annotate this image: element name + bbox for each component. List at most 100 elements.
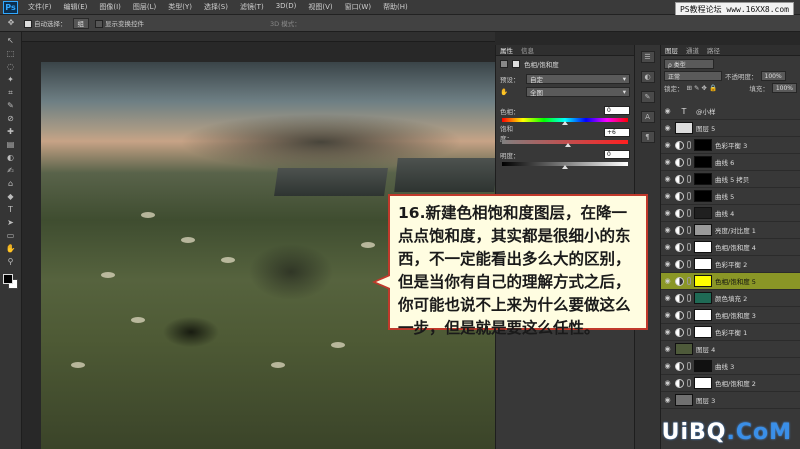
menu-item[interactable]: 文件(F) xyxy=(22,2,58,12)
fill-input[interactable]: 100% xyxy=(771,83,797,93)
layer-mask-thumbnail[interactable] xyxy=(694,139,712,151)
link-icon[interactable] xyxy=(687,158,691,166)
visibility-eye-icon[interactable]: ◉ xyxy=(663,124,672,133)
layer-mask-thumbnail[interactable] xyxy=(694,326,712,338)
menu-item[interactable]: 类型(Y) xyxy=(162,2,198,12)
auto-select-checkbox-wrap[interactable]: 自动选择： xyxy=(24,18,67,28)
layer-row[interactable]: ◉ 图层 3 xyxy=(661,392,800,409)
link-icon[interactable] xyxy=(687,175,691,183)
layer-row[interactable]: ◉ 曲线 5 xyxy=(661,188,800,205)
menu-item[interactable]: 编辑(E) xyxy=(58,2,94,12)
layer-row[interactable]: ◉ 曲线 3 xyxy=(661,358,800,375)
link-icon[interactable] xyxy=(687,141,691,149)
hand-icon[interactable]: ✋ xyxy=(500,88,522,96)
tool-icon[interactable]: ➤ xyxy=(4,218,18,228)
show-transform-checkbox[interactable] xyxy=(95,20,103,28)
link-icon[interactable] xyxy=(687,243,691,251)
link-icon[interactable] xyxy=(687,226,691,234)
visibility-eye-icon[interactable]: ◉ xyxy=(663,226,672,235)
layer-mask-thumbnail[interactable] xyxy=(694,292,712,304)
tool-icon[interactable]: ✎ xyxy=(4,101,18,111)
visibility-eye-icon[interactable]: ◉ xyxy=(663,277,672,286)
tab-info[interactable]: 信息 xyxy=(521,45,534,55)
channel-dropdown[interactable]: 全图 ▾ xyxy=(526,86,630,97)
preset-dropdown[interactable]: 自定 ▾ xyxy=(526,73,630,84)
layer-row[interactable]: ◉ 曲线 5 拷贝 xyxy=(661,171,800,188)
menu-item[interactable]: 图层(L) xyxy=(127,2,162,12)
tool-icon[interactable]: ▤ xyxy=(4,140,18,150)
link-icon[interactable] xyxy=(687,192,691,200)
visibility-eye-icon[interactable]: ◉ xyxy=(663,243,672,252)
layer-row[interactable]: ◉ 图层 4 xyxy=(661,341,800,358)
hue-input[interactable]: 0 xyxy=(604,106,630,115)
hue-slider[interactable] xyxy=(502,118,628,125)
visibility-eye-icon[interactable]: ◉ xyxy=(663,158,672,167)
saturation-input[interactable]: +6 xyxy=(604,128,630,137)
menu-item[interactable]: 帮助(H) xyxy=(377,2,414,12)
layer-row[interactable]: ◉ 色相/饱和度 5 xyxy=(661,273,800,290)
link-icon[interactable] xyxy=(687,294,691,302)
layer-mask-thumbnail[interactable] xyxy=(694,275,712,287)
lightness-slider-knob[interactable] xyxy=(562,165,568,169)
menu-item[interactable]: 选择(S) xyxy=(198,2,234,12)
tool-icon[interactable]: ✋ xyxy=(4,244,18,254)
paragraph-icon[interactable]: ¶ xyxy=(640,131,655,143)
menu-item[interactable]: 视图(V) xyxy=(302,2,338,12)
tool-icon[interactable]: ▭ xyxy=(4,231,18,241)
visibility-eye-icon[interactable]: ◉ xyxy=(663,260,672,269)
auto-select-dropdown[interactable]: 组 xyxy=(72,17,89,29)
link-icon[interactable] xyxy=(687,362,691,370)
visibility-eye-icon[interactable]: ◉ xyxy=(663,328,672,337)
tab-layers[interactable]: 图层 xyxy=(665,45,678,55)
link-icon[interactable] xyxy=(687,209,691,217)
lightness-input[interactable]: 0 xyxy=(604,150,630,159)
saturation-slider-knob[interactable] xyxy=(565,143,571,147)
visibility-eye-icon[interactable]: ◉ xyxy=(663,209,672,218)
tool-icon[interactable]: ⊘ xyxy=(4,114,18,124)
layer-row[interactable]: ◉ 色彩平衡 2 xyxy=(661,256,800,273)
visibility-eye-icon[interactable]: ◉ xyxy=(663,175,672,184)
layer-row[interactable]: ◉ 亮度/对比度 1 xyxy=(661,222,800,239)
tool-icon[interactable]: ⌂ xyxy=(4,179,18,189)
visibility-eye-icon[interactable]: ◉ xyxy=(663,294,672,303)
layer-row[interactable]: ◉ 色相/饱和度 3 xyxy=(661,307,800,324)
auto-select-checkbox[interactable] xyxy=(24,20,32,28)
mask-icon[interactable] xyxy=(512,60,520,68)
visibility-eye-icon[interactable]: ◉ xyxy=(663,379,672,388)
layer-mask-thumbnail[interactable] xyxy=(694,309,712,321)
tool-icon[interactable]: ↖ xyxy=(4,36,18,46)
layer-row[interactable]: ◉ 颜色填充 2 xyxy=(661,290,800,307)
layer-row[interactable]: ◉ 图层 5 xyxy=(661,120,800,137)
layer-mask-thumbnail[interactable] xyxy=(694,190,712,202)
layer-row[interactable]: ◉ 色相/饱和度 2 xyxy=(661,375,800,392)
brush-icon[interactable]: ✎ xyxy=(640,91,655,103)
opacity-input[interactable]: 100% xyxy=(760,71,786,81)
layer-mask-thumbnail[interactable] xyxy=(694,224,712,236)
visibility-eye-icon[interactable]: ◉ xyxy=(663,141,672,150)
layer-row[interactable]: ◉ 色彩平衡 3 xyxy=(661,137,800,154)
layer-row[interactable]: ◉ 曲线 6 xyxy=(661,154,800,171)
tool-icon[interactable]: ⬚ xyxy=(4,49,18,59)
color-swatches[interactable] xyxy=(2,274,19,290)
lock-icon[interactable]: ⊞ ✎ ✥ 🔒 xyxy=(687,84,718,92)
link-icon[interactable] xyxy=(687,260,691,268)
link-icon[interactable] xyxy=(687,311,691,319)
layer-mask-thumbnail[interactable] xyxy=(694,207,712,219)
visibility-eye-icon[interactable]: ◉ xyxy=(663,107,672,116)
layer-row[interactable]: ◉ 色相/饱和度 4 xyxy=(661,239,800,256)
visibility-eye-icon[interactable]: ◉ xyxy=(663,362,672,371)
foreground-color-swatch[interactable] xyxy=(2,274,13,284)
adjustments-icon[interactable]: ◐ xyxy=(640,71,655,83)
tab-paths[interactable]: 路径 xyxy=(707,45,720,55)
blend-mode-dropdown[interactable]: 正常 xyxy=(664,71,722,81)
menu-item[interactable]: 3D(D) xyxy=(270,2,303,12)
character-icon[interactable]: A xyxy=(640,111,655,123)
tool-icon[interactable]: ◐ xyxy=(4,153,18,163)
lightness-slider[interactable] xyxy=(502,162,628,169)
visibility-eye-icon[interactable]: ◉ xyxy=(663,345,672,354)
layer-mask-thumbnail[interactable] xyxy=(694,241,712,253)
layer-row[interactable]: ◉ 色彩平衡 1 xyxy=(661,324,800,341)
link-icon[interactable] xyxy=(687,379,691,387)
layer-mask-thumbnail[interactable] xyxy=(694,173,712,185)
visibility-eye-icon[interactable]: ◉ xyxy=(663,396,672,405)
